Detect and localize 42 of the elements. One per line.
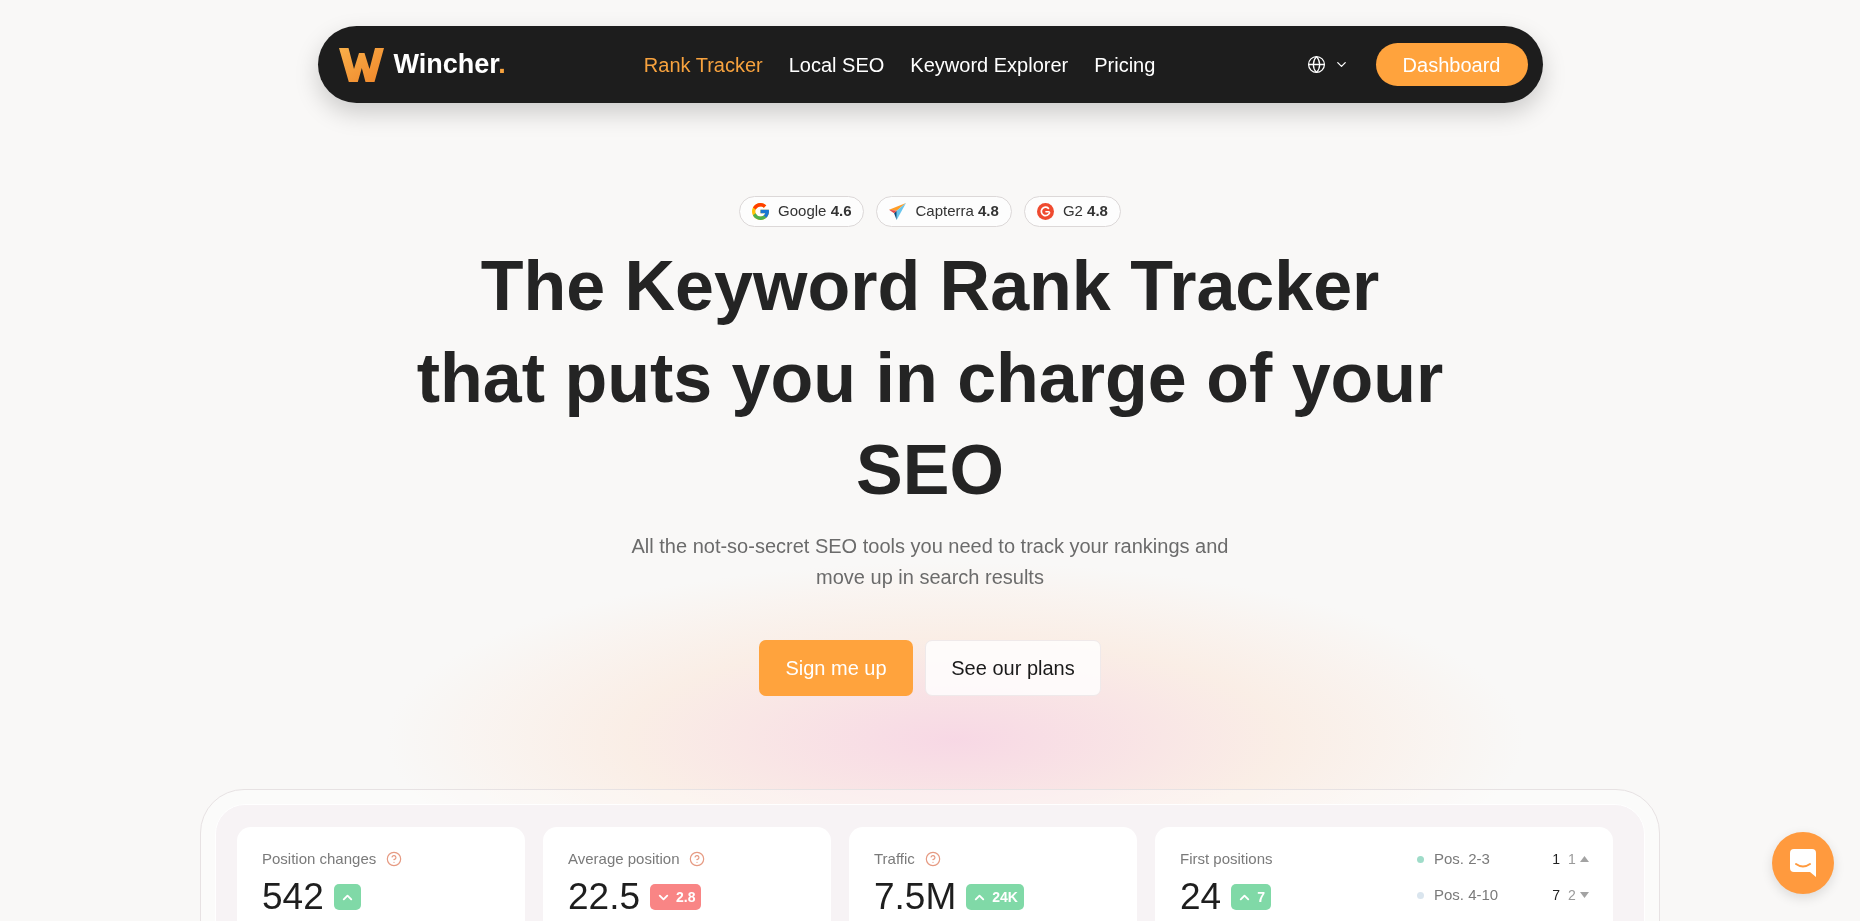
logo-text[interactable]: Wincher. [393,51,506,78]
g2-logo-icon [1036,203,1054,220]
legend-value: 7 [1551,885,1560,905]
nav-link[interactable]: Pricing [1094,49,1156,80]
stat-label: Position changes [262,849,377,869]
rating-badge[interactable]: G2 4.8 [1023,196,1121,227]
nav-link[interactable]: Local SEO [788,49,885,80]
stat-value: 542 [262,875,324,919]
legend-change: 2 [1568,885,1576,905]
stat-value: 24 [1180,875,1222,919]
change-value: 2.8 [676,890,696,904]
stat-value: 7.5M [874,875,957,919]
hero-subtitle: All the not-so-secret SEO tools you need to track your rankings and move up in search results [630,534,1230,590]
help-icon[interactable] [386,851,403,867]
stat-label: Average position [568,849,680,869]
rating-text: G2 4.8 [1062,201,1108,222]
legend-value: 1 [1551,849,1560,869]
plans-button[interactable]: See our plans [925,640,1101,696]
legend-label: Pos. 2-3 [1434,848,1491,869]
help-icon[interactable] [689,851,706,867]
nav-link[interactable]: Keyword Explorer [910,49,1069,80]
legend-label: Pos. 4-10 [1434,884,1500,905]
rating-badge[interactable]: Capterra 4.8 [876,196,1012,227]
rating-text: Google 4.6 [778,201,852,222]
stat-label: First positions [1180,849,1273,869]
globe-icon [1306,55,1326,74]
chat-bubble-icon [1790,849,1816,877]
stat-value: 22.5 [568,875,640,919]
nav-link[interactable]: Rank Tracker [643,49,763,80]
hero-headline: The Keyword Rank Tracker that puts you in charge of your SEO [415,246,1445,511]
rating-text: Capterra 4.8 [915,201,999,222]
google-logo-icon [752,203,770,220]
help-icon[interactable] [924,851,941,867]
stat-label: Traffic [874,849,915,869]
rating-badge[interactable]: Google 4.6 [739,196,865,227]
chat-button[interactable] [1772,832,1834,894]
legend-change: 1 [1568,849,1576,869]
change-value: 24K [992,890,1018,904]
paper-plane-arrow-icon [889,203,907,220]
change-value: 7 [1257,890,1265,904]
language-selector[interactable] [1306,55,1349,74]
logo-mark-icon [338,47,384,82]
